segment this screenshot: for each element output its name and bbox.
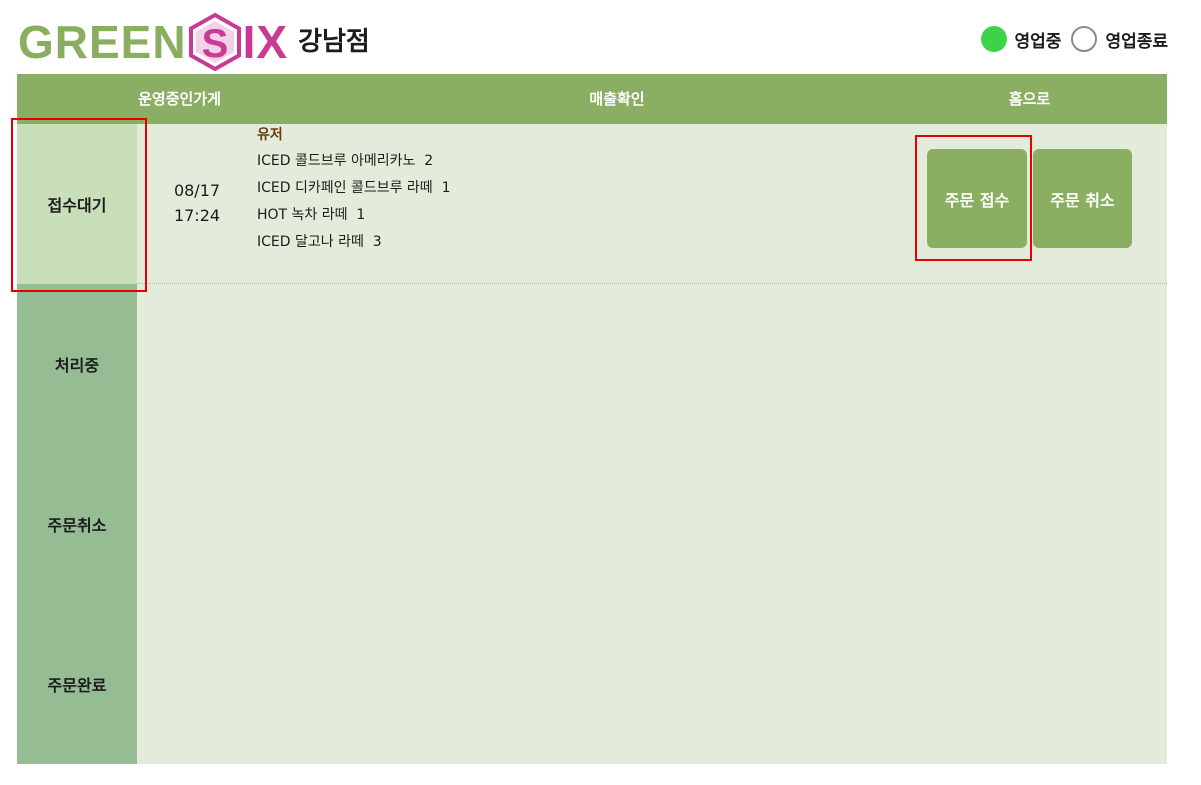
order-item: ICED 달고나 라떼 3 xyxy=(257,234,382,250)
order-status-sidebar: 접수대기 처리중 주문취소 주문완료 xyxy=(17,124,137,764)
order-item: ICED 콜드브루 아메리카노 2 xyxy=(257,153,434,169)
status-open-label: 영업중 xyxy=(1014,31,1062,52)
status-closed-option[interactable]: 영업종료 xyxy=(1071,26,1168,52)
nav-item-home[interactable]: 홈으로 xyxy=(892,74,1167,124)
logo-hexagon-icon: S xyxy=(188,12,241,72)
logo-hex-letter: S xyxy=(201,22,228,66)
order-time: 17:24 xyxy=(173,206,221,225)
sidebar-item-processing[interactable]: 처리중 xyxy=(17,284,137,444)
logo[interactable]: GREEN S IX 강남점 xyxy=(18,12,370,72)
sidebar-item-pending[interactable]: 접수대기 xyxy=(17,124,137,284)
header: GREEN S IX 강남점 영업중 영업종료 xyxy=(0,0,1201,74)
logo-pink-text: IX xyxy=(242,16,289,68)
order-customer: 유저 xyxy=(257,127,283,143)
status-open-radio[interactable] xyxy=(980,26,1007,52)
nav-item-sales[interactable]: 매출확인 xyxy=(342,74,892,124)
order-timestamp: 08/17 17:24 xyxy=(159,178,235,228)
branch-name: 강남점 xyxy=(298,26,370,57)
nav-item-running-stores[interactable]: 운영중인가게 xyxy=(17,74,342,124)
order-date: 08/17 xyxy=(173,181,221,200)
store-status-toggle: 영업중 영업종료 xyxy=(971,26,1168,52)
logo-green-text: GREEN xyxy=(18,16,187,68)
status-closed-radio[interactable] xyxy=(1071,26,1098,52)
cancel-order-button[interactable]: 주문 취소 xyxy=(1033,149,1132,248)
order-list: 08/17 17:24 유저 ICED 콜드브루 아메리카노 2 ICED 디카… xyxy=(137,124,1167,764)
status-closed-label: 영업종료 xyxy=(1105,31,1168,52)
sidebar-item-cancelled[interactable]: 주문취소 xyxy=(17,444,137,604)
top-nav: 운영중인가게 매출확인 홈으로 xyxy=(17,74,1167,124)
order-details: 유저 ICED 콜드브루 아메리카노 2 ICED 디카페인 콜드브루 라떼 1… xyxy=(257,122,451,256)
order-row: 08/17 17:24 유저 ICED 콜드브루 아메리카노 2 ICED 디카… xyxy=(137,124,1167,284)
accept-order-button[interactable]: 주문 접수 xyxy=(927,149,1027,248)
order-item: ICED 디카페인 콜드브루 라떼 1 xyxy=(257,180,451,196)
order-item: HOT 녹차 라떼 1 xyxy=(257,207,366,223)
status-open-option[interactable]: 영업중 xyxy=(980,26,1062,52)
sidebar-item-completed[interactable]: 주문완료 xyxy=(17,604,137,764)
